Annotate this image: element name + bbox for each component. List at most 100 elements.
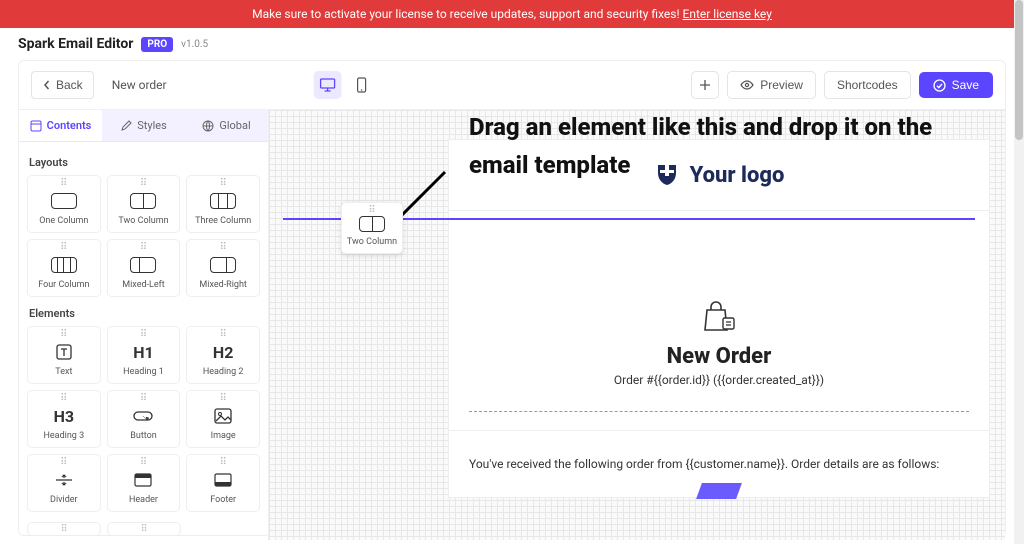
workspace: Back New order Preview Shortcodes	[18, 60, 1006, 536]
layout-icon	[30, 120, 42, 132]
tab-styles-label: Styles	[137, 119, 167, 132]
layout-mixed-left[interactable]: ⠿ Mixed-Left	[107, 239, 181, 297]
grip-icon: ⠿	[140, 246, 147, 250]
layouts-title: Layouts	[25, 150, 262, 175]
button-icon	[132, 407, 154, 425]
grip-icon: ⠿	[60, 333, 67, 337]
image-icon	[213, 407, 233, 425]
mail-order-sub: Order #{{order.id}} ({{order.created_at}…	[469, 373, 969, 387]
pencil-icon	[120, 120, 132, 132]
chevron-left-icon	[42, 80, 52, 90]
mobile-view-button[interactable]	[348, 71, 376, 99]
app-version: v1.0.5	[181, 39, 208, 50]
editor-body: Contents Styles Global Layouts ⠿ One Colu…	[19, 110, 1005, 540]
layout-label: Four Column	[38, 280, 89, 290]
layout-label: Two Column	[118, 216, 168, 226]
text-icon	[54, 342, 74, 362]
header-icon	[133, 472, 153, 488]
save-button[interactable]: Save	[919, 72, 993, 98]
sidebar: Contents Styles Global Layouts ⠿ One Colu…	[19, 110, 269, 540]
shortcodes-button[interactable]: Shortcodes	[824, 71, 911, 99]
mail-order-title: New Order	[469, 344, 969, 369]
layout-three-column[interactable]: ⠿ Three Column	[186, 175, 260, 233]
scrollbar-thumb[interactable]	[1015, 0, 1023, 140]
back-button[interactable]: Back	[31, 71, 94, 99]
breadcrumb: New order	[112, 78, 167, 92]
layouts-grid: ⠿One Column ⠿Two Column ⠿Three Column ⠿F…	[25, 175, 262, 301]
element-header[interactable]: ⠿Header	[107, 454, 181, 512]
grip-icon: ⠿	[140, 182, 147, 186]
layout-label: Three Column	[195, 216, 251, 226]
email-template[interactable]: Your logo New Order Order #{{order.id}} …	[449, 140, 989, 497]
canvas[interactable]: Drag an element like this and drop it on…	[269, 110, 1005, 540]
element-label: Divider	[50, 495, 78, 505]
brand-bar: Spark Email Editor PRO v1.0.5	[0, 28, 1024, 60]
more-card[interactable]: ⠿	[107, 522, 181, 536]
element-image[interactable]: ⠿ Image	[186, 390, 260, 448]
preview-button[interactable]: Preview	[727, 71, 816, 99]
grip-icon: ⠿	[219, 182, 226, 186]
element-label: Heading 3	[43, 431, 84, 441]
license-banner: Make sure to activate your license to re…	[0, 0, 1024, 28]
grip-icon: ⠿	[219, 397, 226, 401]
grip-icon: ⠿	[219, 461, 226, 465]
tab-contents[interactable]: Contents	[19, 110, 102, 141]
grip-icon: ⠿	[140, 397, 147, 401]
desktop-view-button[interactable]	[314, 71, 342, 99]
save-label: Save	[952, 78, 979, 92]
layout-mixed-right[interactable]: ⠿Mixed-Right	[186, 239, 260, 297]
tab-contents-label: Contents	[47, 119, 92, 132]
check-circle-icon	[933, 79, 946, 92]
shortcodes-label: Shortcodes	[837, 78, 898, 92]
sidebar-panel: Layouts ⠿ One Column ⠿ Two Column ⠿ Three C…	[19, 142, 268, 540]
layout-two-column[interactable]: ⠿ Two Column	[107, 175, 181, 233]
mail-order-block: New Order Order #{{order.id}} ({{order.c…	[449, 290, 989, 393]
grip-icon: ⠿	[140, 333, 147, 337]
add-button[interactable]	[691, 71, 719, 99]
monitor-icon	[320, 78, 336, 92]
grip-icon: ⠿	[60, 182, 67, 186]
mail-spacer	[449, 210, 989, 290]
shield-icon	[654, 162, 680, 188]
more-card[interactable]: ⠿	[27, 522, 101, 536]
element-footer[interactable]: ⠿ Footer	[186, 454, 260, 512]
elements-grid: ⠿ Text ⠿H1Heading 1 ⠿H2Heading 2 ⠿H3Headi…	[25, 326, 262, 516]
app-name: Spark Email Editor	[18, 36, 133, 52]
plus-icon	[699, 79, 711, 91]
drag-ghost[interactable]: ⠿ Two Column	[341, 202, 403, 254]
vertical-scrollbar[interactable]	[1014, 0, 1024, 544]
element-label: Text	[55, 367, 72, 377]
tab-global[interactable]: Global	[185, 110, 268, 141]
flag-decoration	[696, 483, 742, 499]
layout-label: Mixed-Right	[199, 280, 246, 290]
element-label: Header	[129, 495, 158, 505]
drag-ghost-label: Two Column	[347, 237, 397, 247]
grip-icon: ⠿	[219, 333, 226, 337]
layout-one-column[interactable]: ⠿ One Column	[27, 175, 101, 233]
grip-icon: ⠿	[60, 461, 67, 465]
element-label: Heading 1	[123, 367, 164, 377]
elements-title: Elements	[25, 301, 262, 326]
element-label: Image	[211, 431, 236, 441]
divider-icon	[54, 473, 74, 487]
element-heading3[interactable]: ⠿H3Heading 3	[27, 390, 101, 448]
element-label: Footer	[210, 495, 236, 505]
tab-styles[interactable]: Styles	[102, 110, 185, 141]
layout-label: One Column	[39, 216, 88, 226]
grip-icon: ⠿	[60, 397, 67, 401]
element-divider[interactable]: ⠿ Divider	[27, 454, 101, 512]
banner-text: Make sure to activate your license to re…	[252, 7, 682, 21]
element-label: Heading 2	[203, 367, 244, 377]
mail-logo-text: Your logo	[690, 163, 785, 188]
license-link[interactable]: Enter license key	[683, 7, 772, 21]
element-text[interactable]: ⠿ Text	[27, 326, 101, 384]
element-button[interactable]: ⠿Button	[107, 390, 181, 448]
toolbar: Back New order Preview Shortcodes	[19, 61, 1005, 110]
element-heading1[interactable]: ⠿H1Heading 1	[107, 326, 181, 384]
element-heading2[interactable]: ⠿H2Heading 2	[186, 326, 260, 384]
viewport-switcher	[314, 71, 376, 99]
grip-icon: ⠿	[368, 209, 375, 213]
pro-badge: PRO	[141, 37, 173, 52]
layout-label: Mixed-Left	[122, 280, 164, 290]
layout-four-column[interactable]: ⠿Four Column	[27, 239, 101, 297]
